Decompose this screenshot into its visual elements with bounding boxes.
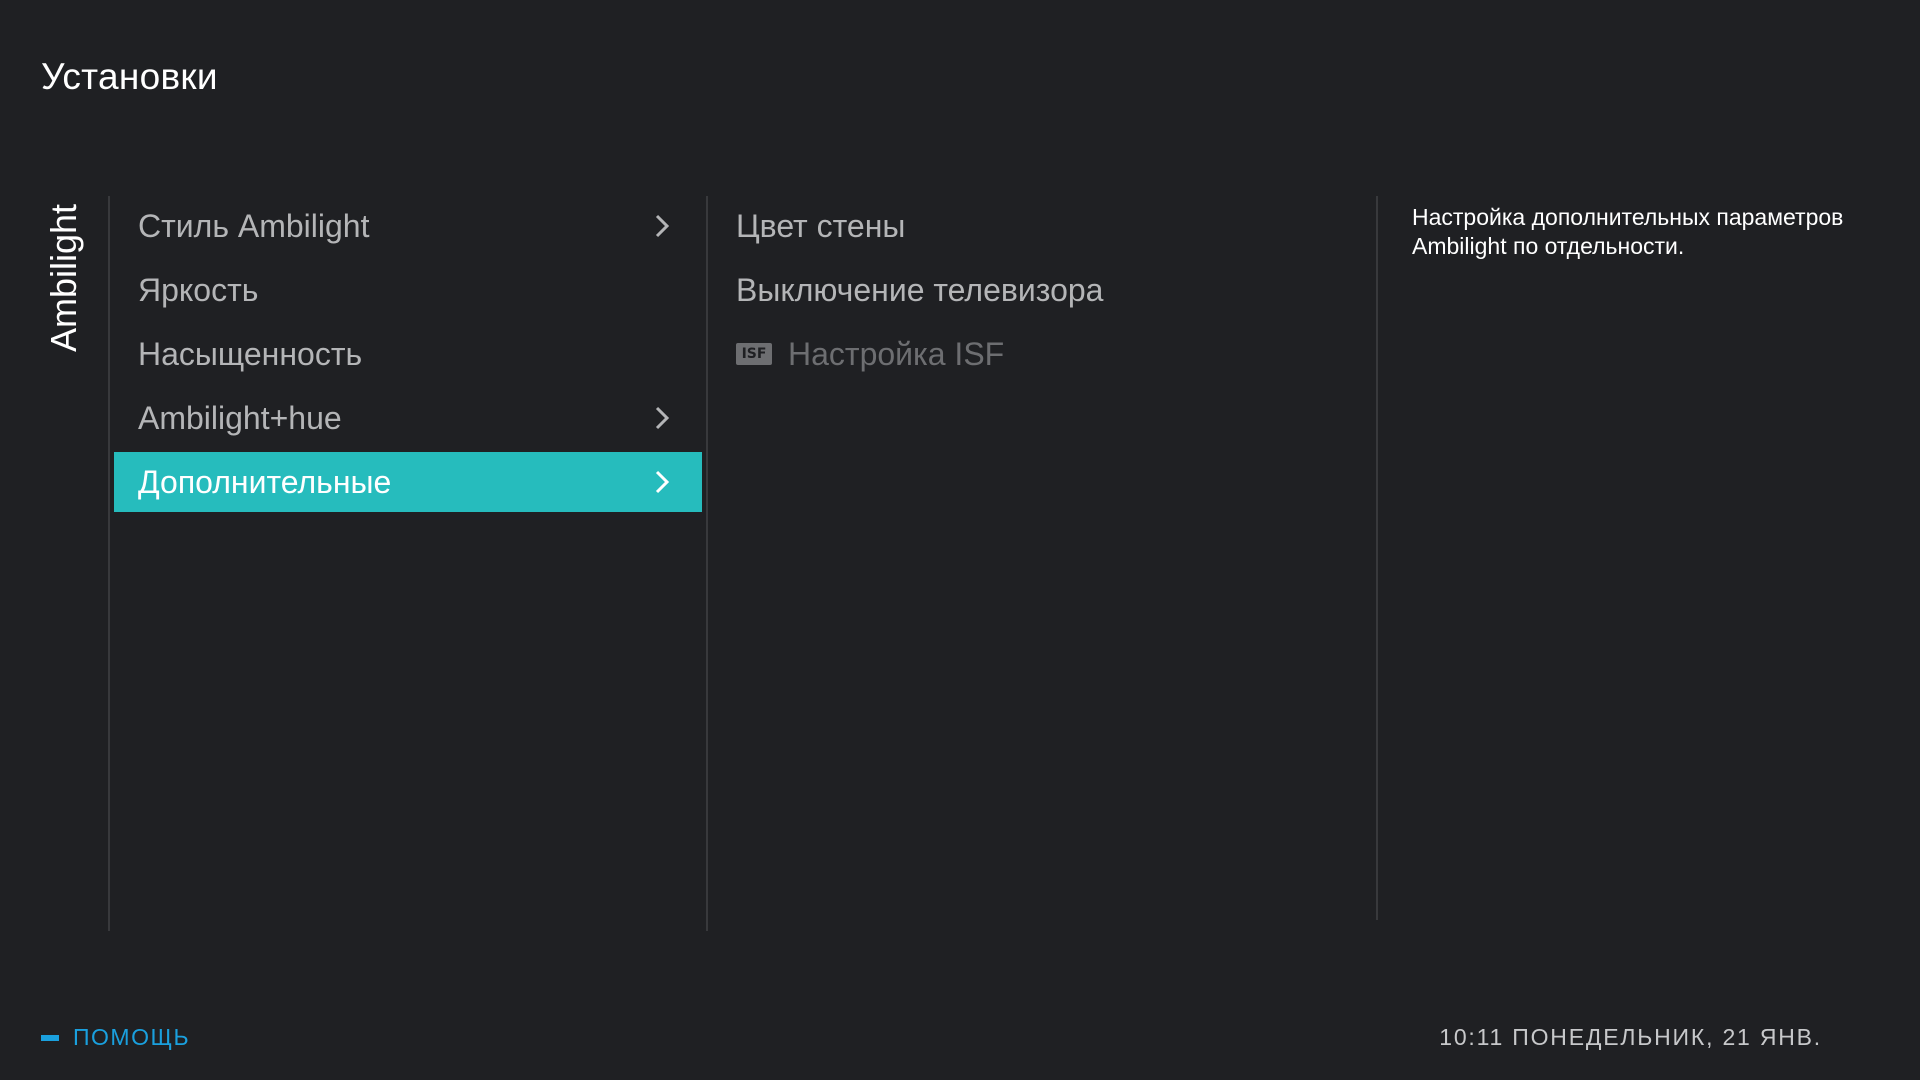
submenu-item-label: Настройка ISF bbox=[788, 335, 1005, 372]
submenu-item-wall-color[interactable]: Цвет стены bbox=[712, 196, 1372, 256]
main-menu: Стиль Ambilight Яркость Насыщенность Amb… bbox=[114, 196, 702, 516]
section-label-text: Ambilight bbox=[43, 203, 84, 352]
menu-item-ambilight-style[interactable]: Стиль Ambilight bbox=[114, 196, 702, 256]
column-divider bbox=[108, 196, 110, 931]
menu-item-label: Яркость bbox=[138, 271, 259, 308]
page-title: Установки bbox=[41, 56, 218, 97]
menu-item-label: Насыщенность bbox=[138, 335, 363, 372]
submenu: Цвет стены Выключение телевизора ISF Нас… bbox=[712, 196, 1372, 388]
settings-screen: Установки Ambilight Стиль Ambilight Ярко… bbox=[0, 0, 1920, 1080]
menu-item-ambilight-hue[interactable]: Ambilight+hue bbox=[114, 388, 702, 448]
chevron-right-icon bbox=[652, 467, 672, 497]
isf-badge-icon: ISF bbox=[736, 343, 772, 365]
clock: 10:11 ПОНЕДЕЛЬНИК, 21 ЯНВ. bbox=[1439, 1024, 1822, 1050]
chevron-right-icon bbox=[652, 211, 672, 241]
menu-item-label: Ambilight+hue bbox=[138, 399, 342, 436]
chevron-right-icon bbox=[652, 403, 672, 433]
help-button[interactable]: ПОМОЩЬ bbox=[41, 1024, 190, 1051]
submenu-item-isf-tuning: ISF Настройка ISF bbox=[712, 324, 1372, 384]
menu-item-advanced[interactable]: Дополнительные bbox=[114, 452, 702, 512]
menu-item-label: Дополнительные bbox=[138, 463, 392, 500]
menu-item-label: Стиль Ambilight bbox=[138, 207, 370, 244]
help-key-icon bbox=[41, 1034, 59, 1041]
column-divider bbox=[1376, 196, 1378, 920]
menu-item-saturation[interactable]: Насыщенность bbox=[114, 324, 702, 384]
column-divider bbox=[706, 196, 708, 931]
help-label: ПОМОЩЬ bbox=[73, 1024, 191, 1050]
submenu-item-label: Выключение телевизора bbox=[736, 271, 1104, 308]
menu-item-brightness[interactable]: Яркость bbox=[114, 260, 702, 320]
submenu-item-tv-switch-off[interactable]: Выключение телевизора bbox=[712, 260, 1372, 320]
submenu-item-label: Цвет стены bbox=[736, 207, 906, 244]
section-label: Ambilight bbox=[40, 200, 88, 355]
item-description: Настройка дополнительных параметров Ambi… bbox=[1412, 204, 1844, 259]
